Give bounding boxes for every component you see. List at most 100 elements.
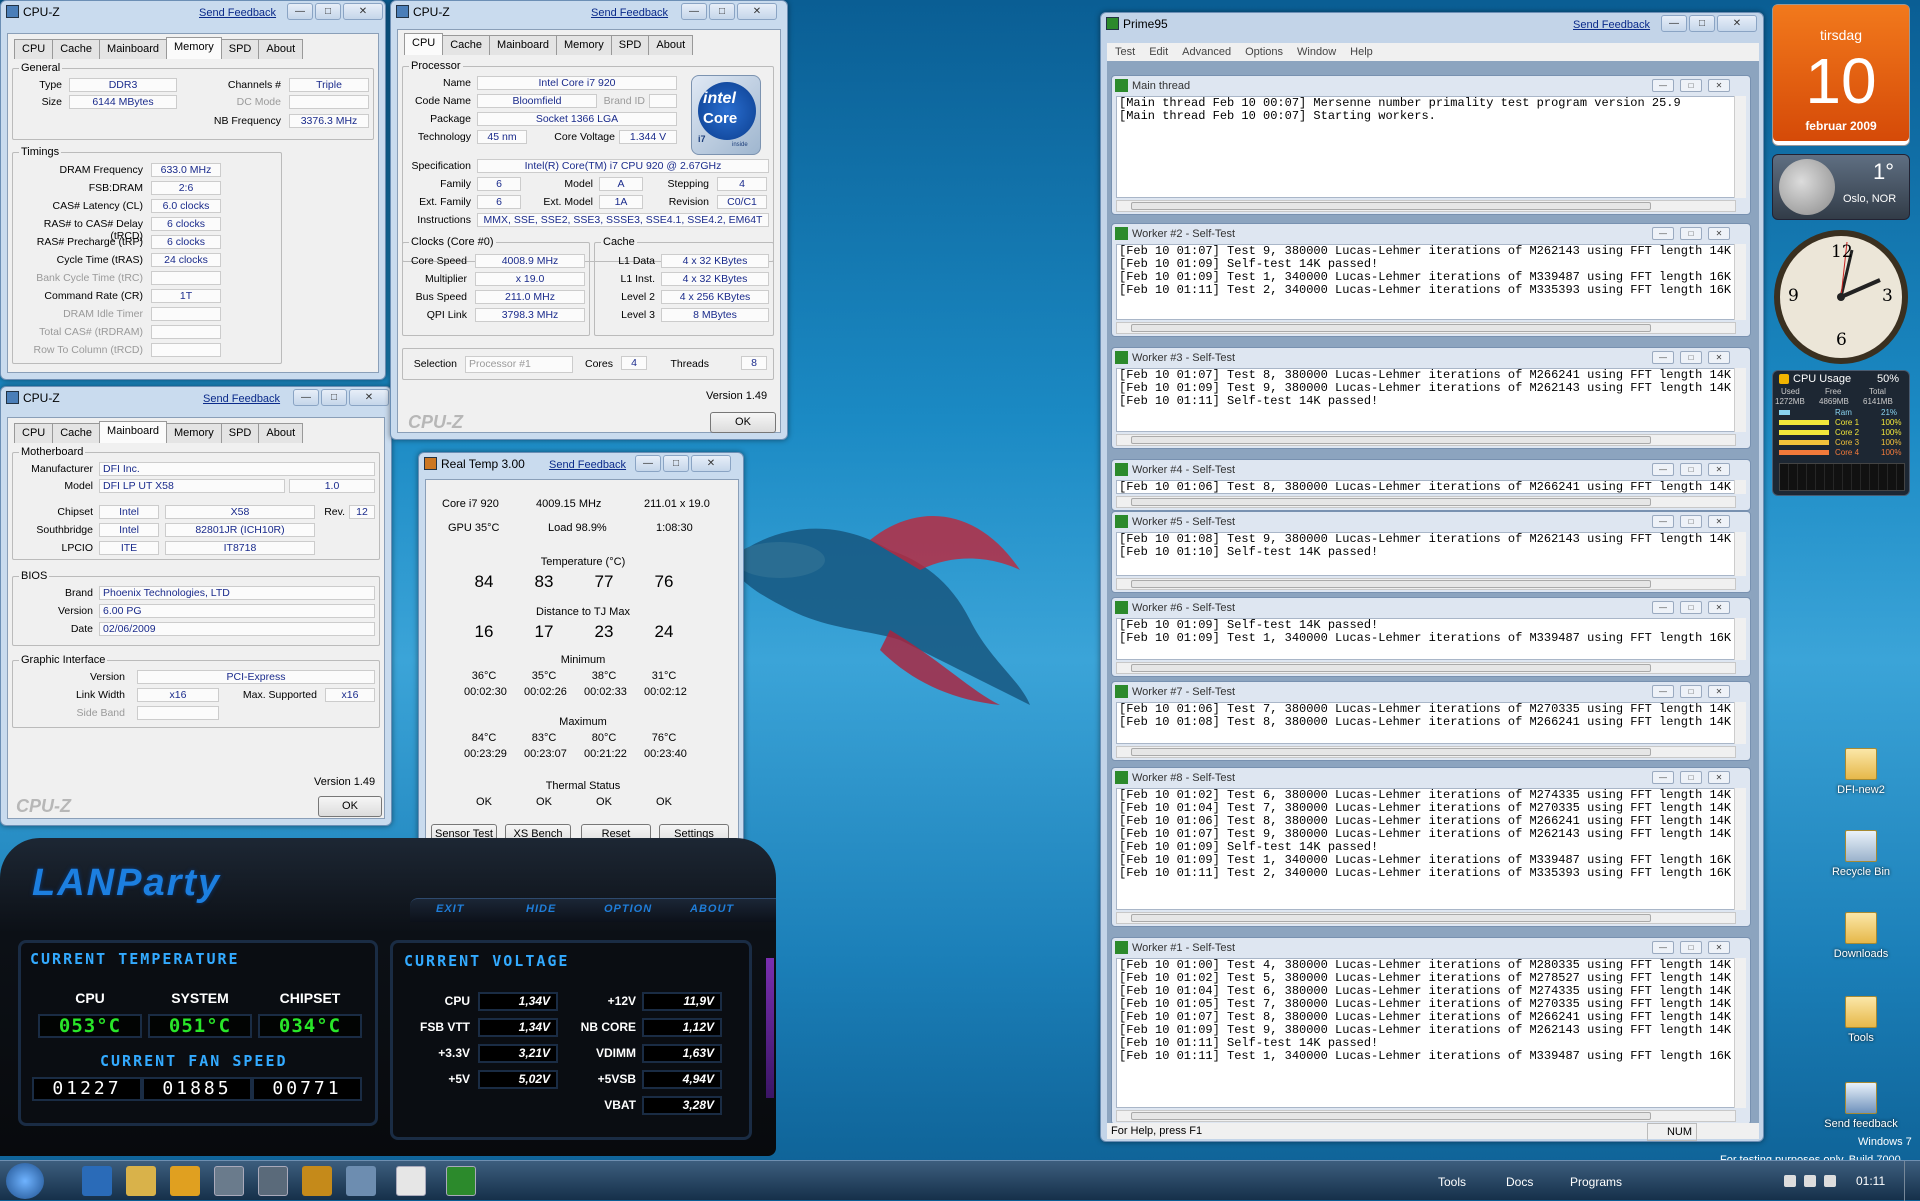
horizontal-scrollbar[interactable] xyxy=(1116,662,1736,674)
child-close-button[interactable]: ✕ xyxy=(1708,351,1730,364)
vertical-scrollbar[interactable] xyxy=(1734,702,1746,744)
tab-spd[interactable]: SPD xyxy=(220,39,260,59)
child-close-button[interactable]: ✕ xyxy=(1708,685,1730,698)
child-close-button[interactable]: ✕ xyxy=(1708,771,1730,784)
tab-spd[interactable]: SPD xyxy=(610,35,650,55)
prime95-task-icon[interactable] xyxy=(446,1166,476,1196)
send-feedback-link[interactable]: Send Feedback xyxy=(591,7,668,19)
title-bar[interactable]: CPU-Z Send Feedback — □ ✕ xyxy=(1,387,391,409)
vertical-scrollbar[interactable] xyxy=(1734,618,1746,660)
vertical-scrollbar[interactable] xyxy=(1734,532,1746,576)
child-minimize-button[interactable]: — xyxy=(1652,515,1674,528)
toolbar-tools[interactable]: Tools xyxy=(1438,1175,1466,1189)
scrollbar-thumb[interactable] xyxy=(1131,914,1651,922)
volume-icon[interactable] xyxy=(1824,1175,1836,1187)
scrollbar-thumb[interactable] xyxy=(1131,498,1651,506)
processor-select[interactable]: Processor #1 xyxy=(465,356,573,373)
menu-window[interactable]: Window xyxy=(1297,43,1336,61)
horizontal-scrollbar[interactable] xyxy=(1116,496,1736,508)
media-player-icon[interactable] xyxy=(170,1166,200,1196)
child-minimize-button[interactable]: — xyxy=(1652,685,1674,698)
maximize-button[interactable]: □ xyxy=(663,455,689,472)
menu-test[interactable]: Test xyxy=(1115,43,1135,61)
child-maximize-button[interactable]: □ xyxy=(1680,227,1702,240)
tab-mainboard[interactable]: Mainboard xyxy=(99,39,168,59)
scrollbar-thumb[interactable] xyxy=(1131,436,1651,444)
menu-advanced[interactable]: Advanced xyxy=(1182,43,1231,61)
child-maximize-button[interactable]: □ xyxy=(1680,771,1702,784)
lanparty-about-button[interactable]: ABOUT xyxy=(690,903,734,915)
title-bar[interactable]: Prime95 Send Feedback — □ ✕ xyxy=(1101,13,1763,35)
tab-about[interactable]: About xyxy=(258,423,304,443)
scrollbar-thumb[interactable] xyxy=(1131,202,1651,210)
close-button[interactable]: ✕ xyxy=(691,455,731,472)
child-maximize-button[interactable]: □ xyxy=(1680,515,1702,528)
send-feedback-link[interactable]: Send Feedback xyxy=(203,393,280,405)
scrollbar-thumb[interactable] xyxy=(1131,664,1651,672)
lanparty-hide-button[interactable]: HIDE xyxy=(526,903,556,915)
child-maximize-button[interactable]: □ xyxy=(1680,79,1702,92)
minimize-button[interactable]: — xyxy=(635,455,661,472)
show-desktop-button[interactable] xyxy=(1904,1161,1920,1201)
child-close-button[interactable]: ✕ xyxy=(1708,941,1730,954)
maximize-button[interactable]: □ xyxy=(315,3,341,20)
tab-mainboard[interactable]: Mainboard xyxy=(489,35,558,55)
minimize-button[interactable]: — xyxy=(681,3,707,20)
lanparty-option-button[interactable]: OPTION xyxy=(604,903,652,915)
tab-about[interactable]: About xyxy=(258,39,304,59)
tab-cache[interactable]: Cache xyxy=(52,39,101,59)
maximize-button[interactable]: □ xyxy=(1689,15,1715,32)
horizontal-scrollbar[interactable] xyxy=(1116,1110,1736,1122)
ok-button[interactable]: OK xyxy=(710,412,776,433)
ok-button[interactable]: OK xyxy=(318,796,382,817)
child-minimize-button[interactable]: — xyxy=(1652,771,1674,784)
child-maximize-button[interactable]: □ xyxy=(1680,463,1702,476)
child-minimize-button[interactable]: — xyxy=(1652,463,1674,476)
vertical-scrollbar[interactable] xyxy=(1734,96,1746,198)
child-minimize-button[interactable]: — xyxy=(1652,351,1674,364)
weather-gadget[interactable]: 1° Oslo, NOR xyxy=(1772,154,1910,220)
title-bar[interactable]: Real Temp 3.00 Send Feedback — □ ✕ xyxy=(419,453,743,475)
toolbar-programs[interactable]: Programs xyxy=(1570,1175,1622,1189)
horizontal-scrollbar[interactable] xyxy=(1116,746,1736,758)
close-button[interactable]: ✕ xyxy=(343,3,383,20)
app-task-icon[interactable] xyxy=(396,1166,426,1196)
tab-memory[interactable]: Memory xyxy=(166,423,222,443)
child-close-button[interactable]: ✕ xyxy=(1708,79,1730,92)
tab-mainboard[interactable]: Mainboard xyxy=(99,421,168,443)
minimize-button[interactable]: — xyxy=(287,3,313,20)
close-button[interactable]: ✕ xyxy=(349,389,389,406)
scrollbar-thumb[interactable] xyxy=(1131,1112,1651,1120)
lanparty-task-icon[interactable] xyxy=(302,1166,332,1196)
horizontal-scrollbar[interactable] xyxy=(1116,434,1736,446)
child-close-button[interactable]: ✕ xyxy=(1708,601,1730,614)
child-minimize-button[interactable]: — xyxy=(1652,601,1674,614)
action-center-icon[interactable] xyxy=(1784,1175,1796,1187)
minimize-button[interactable]: — xyxy=(1661,15,1687,32)
internet-explorer-icon[interactable] xyxy=(82,1166,112,1196)
send-feedback-link[interactable]: Send Feedback xyxy=(1573,19,1650,31)
minimize-button[interactable]: — xyxy=(293,389,319,406)
vertical-scrollbar[interactable] xyxy=(1734,368,1746,432)
maximize-button[interactable]: □ xyxy=(321,389,347,406)
title-bar[interactable]: CPU-Z Send Feedback — □ ✕ xyxy=(1,1,385,23)
tab-about[interactable]: About xyxy=(648,35,694,55)
desktop-icon-downloads[interactable]: Downloads xyxy=(1816,912,1906,960)
scrollbar-thumb[interactable] xyxy=(1131,324,1651,332)
cpuz-task-icon[interactable] xyxy=(214,1166,244,1196)
horizontal-scrollbar[interactable] xyxy=(1116,322,1736,334)
desktop-icon-dfi-new2[interactable]: DFI-new2 xyxy=(1816,748,1906,796)
child-minimize-button[interactable]: — xyxy=(1652,227,1674,240)
realtemp-task-icon[interactable] xyxy=(258,1166,288,1196)
desktop-icon-recycle-bin[interactable]: Recycle Bin xyxy=(1816,830,1906,878)
send-feedback-link[interactable]: Send Feedback xyxy=(199,7,276,19)
tab-memory[interactable]: Memory xyxy=(556,35,612,55)
start-button[interactable] xyxy=(6,1163,44,1199)
menu-options[interactable]: Options xyxy=(1245,43,1283,61)
close-button[interactable]: ✕ xyxy=(1717,15,1757,32)
desktop-icon-send-feedback[interactable]: Send feedback xyxy=(1816,1082,1906,1130)
vertical-scrollbar[interactable] xyxy=(1734,244,1746,320)
child-maximize-button[interactable]: □ xyxy=(1680,601,1702,614)
horizontal-scrollbar[interactable] xyxy=(1116,578,1736,590)
lanparty-exit-button[interactable]: EXIT xyxy=(436,903,464,915)
